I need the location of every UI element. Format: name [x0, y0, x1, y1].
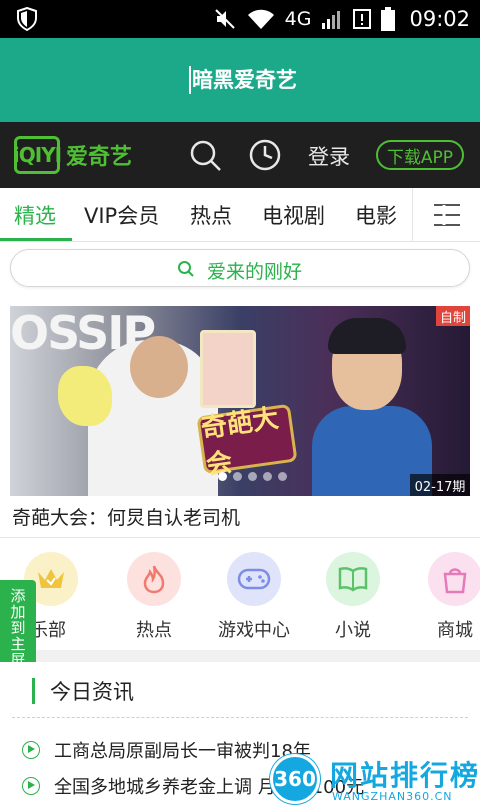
battery-icon — [381, 7, 396, 31]
tab-divider — [412, 188, 413, 242]
banner-person-right-hair — [328, 318, 406, 354]
status-time: 09:02 — [409, 7, 470, 31]
play-icon — [22, 777, 40, 795]
watermark-url: WANGZHAN360.CN — [332, 790, 453, 803]
tab-movie[interactable]: 电影 — [355, 200, 397, 230]
category-label: 游戏中心 — [218, 620, 290, 641]
category-novel[interactable]: 小说 — [302, 552, 398, 652]
search-header[interactable]: 暗黑爱奇艺 — [0, 38, 480, 122]
search-icon — [178, 261, 194, 277]
section-title: 今日资讯 — [50, 680, 134, 704]
category-mall[interactable]: 商城 — [404, 552, 480, 652]
search-box[interactable]: 爱来的刚好 — [10, 249, 470, 287]
category-label: 商城 — [437, 620, 473, 641]
menu-icon[interactable] — [432, 202, 462, 228]
search-icon[interactable] — [188, 138, 222, 172]
mute-icon — [214, 9, 235, 29]
watermark-logo: 360 — [270, 754, 320, 804]
play-icon — [22, 741, 40, 759]
banner-caption[interactable]: 奇葩大会：何炅自认老司机 — [12, 503, 240, 530]
featured-banner[interactable]: OSSIP 奇葩大会 自制 02-17期 — [10, 306, 470, 496]
crown-icon — [38, 569, 64, 588]
flame-icon — [143, 565, 165, 594]
text-cursor — [189, 66, 191, 94]
history-clock-icon[interactable] — [248, 138, 282, 172]
section-accent-bar — [32, 678, 35, 704]
status-right: 4G 09:02 — [213, 0, 470, 38]
active-tab-indicator — [0, 238, 72, 241]
download-app-button[interactable]: 下载APP — [376, 140, 464, 170]
wifi-icon — [247, 9, 274, 29]
banner-toy — [58, 366, 112, 426]
carousel-dot[interactable] — [263, 472, 272, 481]
category-label: 热点 — [136, 620, 172, 641]
watermark-title: 网站排行榜 — [330, 759, 480, 792]
category-label: 小说 — [335, 620, 371, 641]
news-section-header: 今日资讯 — [0, 662, 480, 716]
watermark: 360 网站排行榜 WANGZHAN360.CN — [270, 752, 480, 810]
tab-tv[interactable]: 电视剧 — [262, 200, 325, 230]
category-circle — [326, 552, 380, 606]
banner-show-logo: 奇葩大会 — [196, 404, 298, 481]
category-tabs: 精选 VIP会员 热点 电视剧 电影 — [0, 188, 480, 242]
login-button[interactable]: 登录 — [308, 141, 350, 171]
banner-photo-card — [200, 330, 256, 408]
app-bar: iQIYI 爱奇艺 登录 下载APP — [0, 122, 480, 188]
dashed-divider — [12, 717, 468, 718]
carousel-dot[interactable] — [218, 472, 227, 481]
divider — [0, 537, 480, 538]
tab-featured[interactable]: 精选 — [14, 200, 56, 230]
category-game-center[interactable]: 游戏中心 — [203, 552, 299, 652]
banner-person-left-head — [130, 336, 188, 398]
original-badge: 自制 — [436, 306, 470, 326]
tab-hot[interactable]: 热点 — [190, 200, 232, 230]
logo-mark[interactable]: iQIYI — [13, 136, 62, 174]
gamepad-icon — [237, 568, 271, 590]
search-query[interactable]: 暗黑爱奇艺 — [192, 64, 297, 94]
alert-icon — [353, 9, 372, 29]
category-circle — [127, 552, 181, 606]
carousel-dot[interactable] — [233, 472, 242, 481]
section-spacer — [0, 650, 480, 662]
shopping-bag-icon — [443, 568, 467, 594]
carousel-dot[interactable] — [248, 472, 257, 481]
carousel-dots[interactable] — [218, 472, 287, 481]
category-circle — [227, 552, 281, 606]
shield-icon — [17, 7, 37, 31]
category-circle — [428, 552, 480, 606]
logo-text[interactable]: 爱奇艺 — [66, 139, 132, 171]
search-placeholder: 爱来的刚好 — [207, 261, 303, 283]
category-hot[interactable]: 热点 — [103, 552, 199, 652]
tab-vip[interactable]: VIP会员 — [84, 200, 159, 230]
status-bar: 4G 09:02 — [0, 0, 480, 38]
episode-date-badge: 02-17期 — [410, 474, 470, 496]
network-type: 4G — [284, 8, 312, 30]
book-icon — [338, 567, 368, 592]
signal-icon — [322, 11, 341, 29]
carousel-dot[interactable] — [278, 472, 287, 481]
